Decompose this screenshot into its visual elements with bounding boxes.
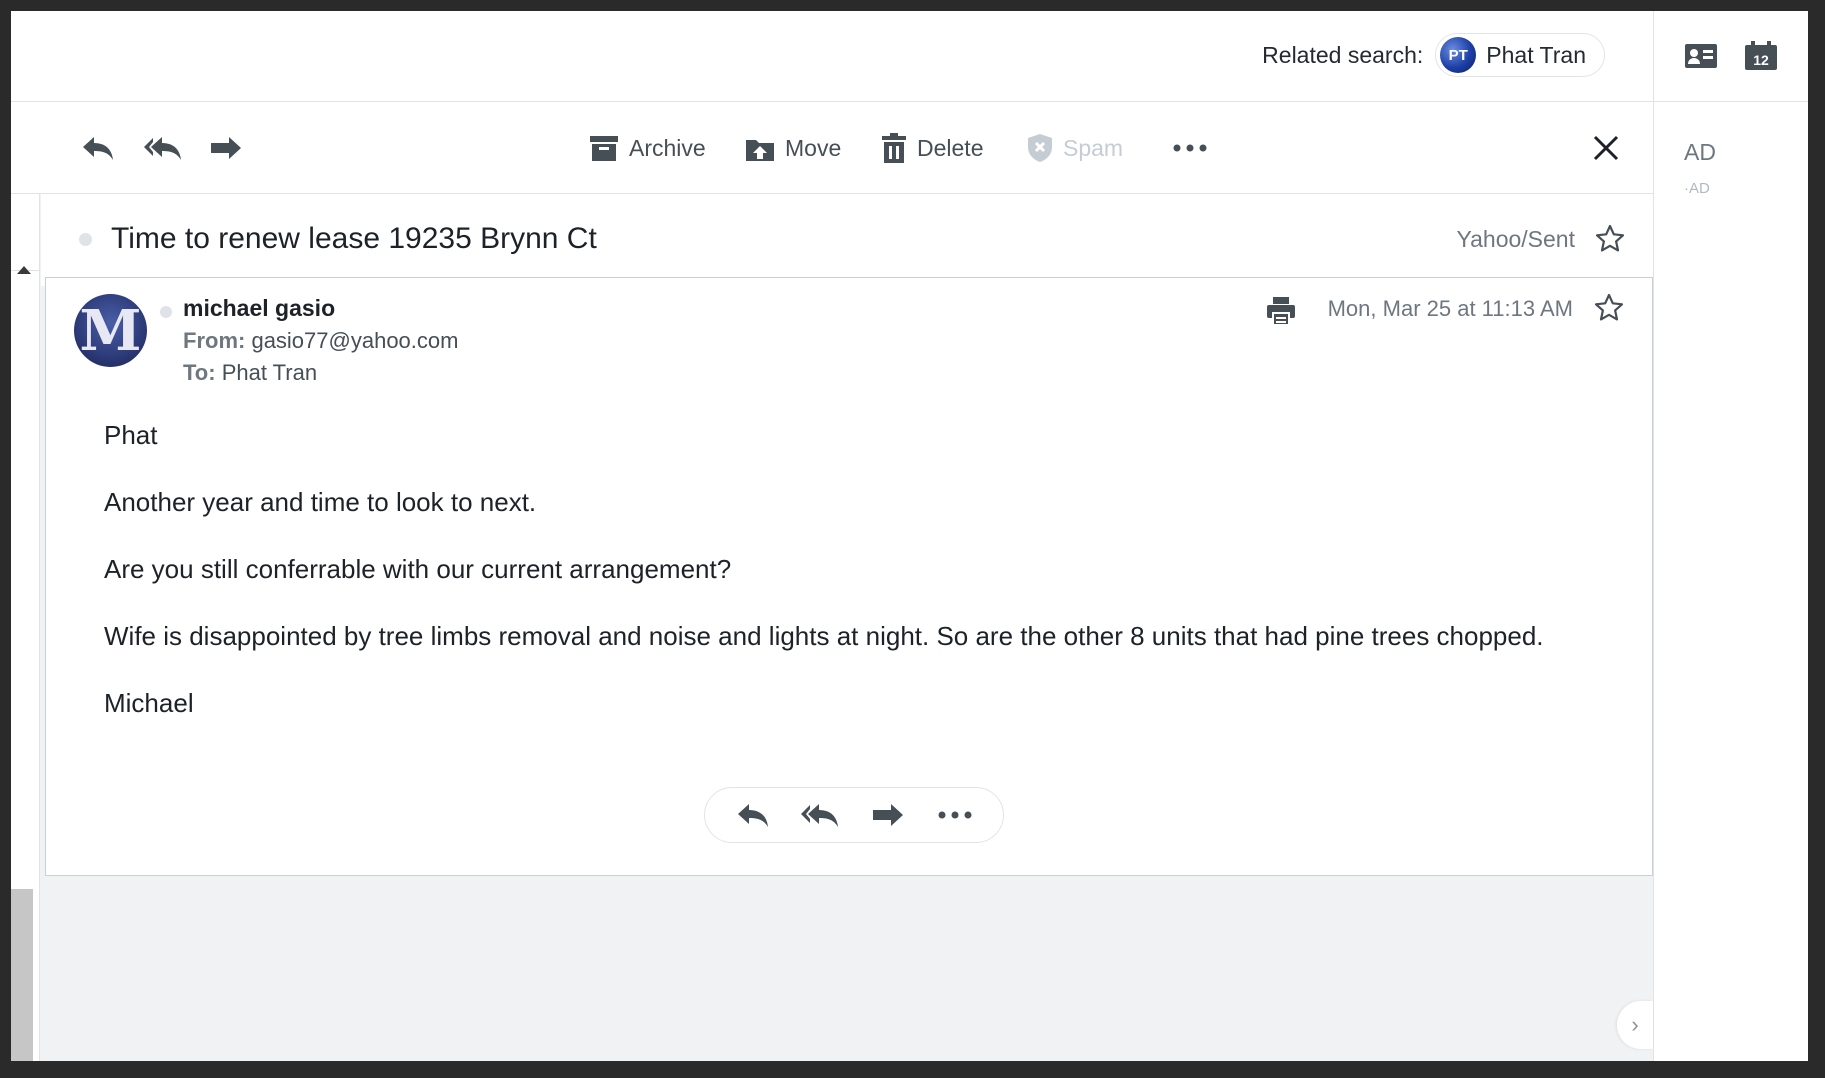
related-contact-avatar: PT <box>1440 37 1477 73</box>
rail-app-icons: 12 <box>1654 11 1808 102</box>
forward-icon <box>211 137 241 159</box>
archive-label: Archive <box>629 134 706 161</box>
message-list-scrollbar[interactable] <box>11 194 40 1061</box>
message-toolbar: Archive Move Delete Spam <box>11 102 1653 194</box>
delete-icon <box>882 133 906 163</box>
message-date: Mon, Mar 25 at 11:13 AM <box>1327 296 1573 321</box>
quick-reply-button[interactable] <box>729 795 777 835</box>
scrollbar-thumb[interactable] <box>11 889 33 1061</box>
related-contact-name: Phat Tran <box>1486 41 1586 68</box>
forward-button[interactable] <box>209 102 243 194</box>
archive-button[interactable]: Archive <box>589 102 706 194</box>
reply-all-icon <box>801 804 839 827</box>
contact-card-icon[interactable] <box>1684 41 1718 71</box>
more-actions-button[interactable] <box>1173 102 1207 194</box>
quick-reply-all-button[interactable] <box>796 795 844 835</box>
to-label: To: <box>183 360 216 385</box>
message-card: M michael gasio From: gasio77@yahoo.com … <box>45 277 1653 876</box>
message-subject: Time to renew lease 19235 Brynn Ct <box>111 222 597 255</box>
more-icon <box>1173 144 1207 152</box>
delete-button[interactable]: Delete <box>881 102 983 194</box>
spam-label: Spam <box>1063 134 1124 161</box>
subject-row: Time to renew lease 19235 Brynn Ct Yahoo… <box>41 194 1653 286</box>
quick-actions-bar <box>704 787 1004 843</box>
body-paragraph: Wife is disappointed by tree limbs remov… <box>104 621 1544 651</box>
related-search-label: Related search: <box>1262 41 1424 68</box>
sender-name[interactable]: michael gasio <box>183 295 335 322</box>
sender-avatar[interactable]: M <box>74 294 147 367</box>
message-body: Phat Another year and time to look to ne… <box>104 418 1604 753</box>
archive-icon <box>590 136 618 161</box>
reply-button[interactable] <box>81 102 115 194</box>
move-label: Move <box>785 134 842 161</box>
spam-button[interactable]: Spam <box>1027 102 1123 194</box>
reply-all-button[interactable] <box>143 102 183 194</box>
to-recipient[interactable]: Phat Tran <box>222 360 317 385</box>
message-star-icon[interactable] <box>1594 293 1624 326</box>
star-icon[interactable] <box>1595 224 1625 257</box>
ad-sublabel: ·AD <box>1684 180 1710 197</box>
body-paragraph: Phat <box>104 420 158 450</box>
move-button[interactable]: Move <box>745 102 841 194</box>
body-paragraph: Another year and time to look to next. <box>104 487 537 517</box>
print-icon[interactable] <box>1266 296 1296 331</box>
related-search-contact-pill[interactable]: PT Phat Tran <box>1435 33 1605 77</box>
calendar-icon[interactable]: 12 <box>1744 41 1778 71</box>
from-address[interactable]: gasio77@yahoo.com <box>251 328 458 353</box>
read-status-dot[interactable] <box>79 233 92 246</box>
to-line: To: Phat Tran <box>183 360 317 386</box>
delete-label: Delete <box>917 134 984 161</box>
from-label: From: <box>183 328 246 353</box>
right-rail: 12 AD ·AD <box>1653 11 1808 1061</box>
quick-more-button[interactable] <box>931 795 979 835</box>
top-header-bar: Related search: PT Phat Tran <box>11 11 1653 102</box>
ad-label: AD <box>1684 139 1716 165</box>
body-paragraph: Michael <box>104 688 194 718</box>
more-icon <box>938 811 972 819</box>
close-message-button[interactable] <box>1593 102 1619 194</box>
close-icon <box>1593 135 1619 161</box>
avatar-letter: M <box>79 297 142 364</box>
quick-forward-button[interactable] <box>864 795 912 835</box>
reply-icon <box>83 137 113 160</box>
related-search: Related search: PT Phat Tran <box>1262 33 1605 77</box>
forward-icon <box>872 804 903 826</box>
reply-icon <box>737 804 768 827</box>
chevron-right-icon[interactable]: › <box>1617 1001 1653 1049</box>
body-paragraph: Are you still conferrable with our curre… <box>104 554 732 584</box>
mail-app-window: Related search: PT Phat Tran 12 AD ·AD A… <box>11 11 1808 1061</box>
from-line: From: gasio77@yahoo.com <box>183 328 458 354</box>
sender-status-dot <box>160 306 172 318</box>
move-icon <box>746 140 774 161</box>
scroll-up-arrow-icon[interactable] <box>17 266 31 274</box>
spam-icon <box>1028 134 1052 162</box>
folder-path[interactable]: Yahoo/Sent <box>1456 226 1575 253</box>
reply-all-icon <box>144 137 181 160</box>
calendar-day-number: 12 <box>1753 52 1769 68</box>
